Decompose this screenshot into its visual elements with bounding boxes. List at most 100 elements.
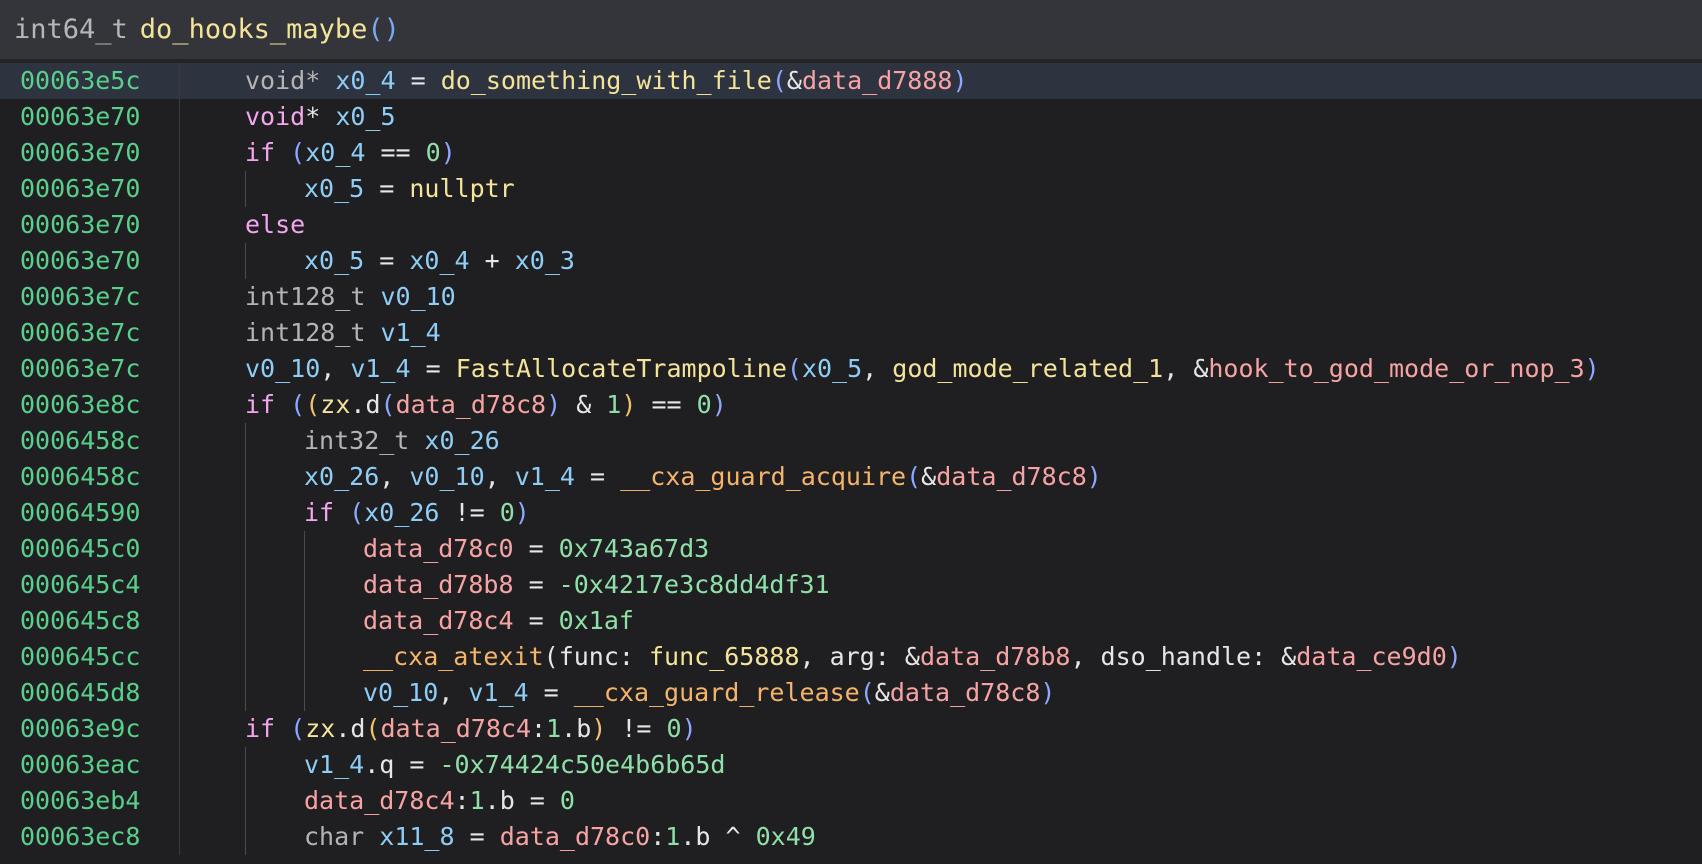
code-line[interactable]: 000645cc __cxa_atexit(func: func_65888, a… <box>0 639 1702 675</box>
code-token[interactable]: x11_8 <box>379 822 454 851</box>
code-token[interactable]: data_d78c0 <box>363 534 514 563</box>
code-token[interactable]: x0_5 <box>304 246 364 275</box>
code-token: ( <box>859 678 875 707</box>
code-token[interactable]: data_d78c0 <box>500 822 651 851</box>
line-address[interactable]: 00063e70 <box>0 171 180 207</box>
code-token[interactable]: data_d78b8 <box>363 570 514 599</box>
code-line[interactable]: 00063ec8 char x11_8 = data_d78c0:1.b ^ 0x… <box>0 819 1702 855</box>
code-token[interactable]: v0_10 <box>409 462 484 491</box>
address-separator <box>179 135 180 171</box>
line-address[interactable]: 00063e70 <box>0 99 180 135</box>
code-token[interactable]: x0_4 <box>305 138 365 167</box>
code-token: ( <box>290 714 306 743</box>
code-token[interactable]: data_d78c8 <box>936 462 1087 491</box>
code-token[interactable]: v1_4 <box>304 750 364 779</box>
code-token[interactable]: god_mode_related_1 <box>892 354 1163 383</box>
line-address[interactable]: 000645c0 <box>0 531 180 567</box>
line-address[interactable]: 00063e70 <box>0 207 180 243</box>
code-line[interactable]: 00063e8c if ((zx.d(data_d78c8) & 1) == 0) <box>0 387 1702 423</box>
code-token[interactable]: x0_26 <box>424 426 499 455</box>
code-line[interactable]: 000645c4 data_d78b8 = -0x4217e3c8dd4df31 <box>0 567 1702 603</box>
code-token[interactable]: v0_10 <box>245 354 320 383</box>
code-line[interactable]: 00063e7c int128_t v1_4 <box>0 315 1702 351</box>
code-token[interactable]: x0_26 <box>364 498 439 527</box>
code-token[interactable]: x0_26 <box>304 462 379 491</box>
code-token[interactable]: do_something_with_file <box>441 66 772 95</box>
code-token[interactable]: hook_to_god_mode_or_nop_3 <box>1208 354 1584 383</box>
code-token: int128_t <box>245 282 381 311</box>
line-address[interactable]: 00063e70 <box>0 135 180 171</box>
code-line[interactable]: 00063e9c if (zx.d(data_d78c4:1.b) != 0) <box>0 711 1702 747</box>
line-address[interactable]: 00063eac <box>0 747 180 783</box>
code-token[interactable]: data_d7888 <box>802 66 953 95</box>
code-token[interactable]: x0_4 <box>335 66 395 95</box>
code-token[interactable]: data_d78c4 <box>304 786 455 815</box>
code-token: if <box>304 498 350 527</box>
line-address[interactable]: 00064590 <box>0 495 180 531</box>
line-address[interactable]: 00063e7c <box>0 315 180 351</box>
code-token[interactable]: zx <box>320 390 350 419</box>
code-line[interactable]: 000645d8 v0_10, v1_4 = __cxa_guard_releas… <box>0 675 1702 711</box>
code-token: = <box>528 678 574 707</box>
code-token[interactable]: v1_4 <box>468 678 528 707</box>
code-token[interactable]: data_d78c8 <box>396 390 547 419</box>
line-address[interactable]: 00063e8c <box>0 387 180 423</box>
line-address[interactable]: 0006458c <box>0 423 180 459</box>
line-address[interactable]: 000645cc <box>0 639 180 675</box>
line-address[interactable]: 0006458c <box>0 459 180 495</box>
code-line[interactable]: 00063e70 void* x0_5 <box>0 99 1702 135</box>
code-line[interactable]: 0006458c int32_t x0_26 <box>0 423 1702 459</box>
code-line[interactable]: 0006458c x0_26, v0_10, v1_4 = __cxa_guard… <box>0 459 1702 495</box>
line-address[interactable]: 00063e7c <box>0 279 180 315</box>
code-token: void <box>245 102 306 131</box>
code-token[interactable]: data_d78c4 <box>381 714 532 743</box>
line-address[interactable]: 000645c4 <box>0 567 180 603</box>
code-line[interactable]: 00063e70 x0_5 = nullptr <box>0 171 1702 207</box>
code-token[interactable]: zx <box>305 714 335 743</box>
code-token[interactable]: data_d78c4 <box>363 606 514 635</box>
code-token[interactable]: data_d78b8 <box>920 642 1071 671</box>
line-address[interactable]: 00063ec8 <box>0 819 180 855</box>
code-token[interactable]: v0_10 <box>380 282 455 311</box>
code-line[interactable]: 00063e70 x0_5 = x0_4 + x0_3 <box>0 243 1702 279</box>
code-token[interactable]: x0_5 <box>335 102 395 131</box>
code-token[interactable]: v0_10 <box>363 678 438 707</box>
code-line[interactable]: 00063e7c v0_10, v1_4 = FastAllocateTrampo… <box>0 351 1702 387</box>
code-token[interactable]: v1_4 <box>380 318 440 347</box>
code-line[interactable]: 000645c0 data_d78c0 = 0x743a67d3 <box>0 531 1702 567</box>
code-line[interactable]: 00063e70 if (x0_4 == 0) <box>0 135 1702 171</box>
code-token: ( <box>380 390 396 419</box>
code-token[interactable]: __cxa_guard_acquire <box>620 462 906 491</box>
code-token[interactable]: data_d78c8 <box>890 678 1041 707</box>
line-address[interactable]: 00063e7c <box>0 351 180 387</box>
code-token[interactable]: x0_5 <box>802 354 862 383</box>
code-token[interactable]: __cxa_guard_release <box>574 678 860 707</box>
code-line[interactable]: 00063e5c void* x0_4 = do_something_with_f… <box>0 63 1702 99</box>
code-token[interactable]: __cxa_atexit <box>363 642 544 671</box>
code-line[interactable]: 00063e70 else <box>0 207 1702 243</box>
line-address[interactable]: 00063e5c <box>0 63 180 99</box>
function-name[interactable]: do_hooks_maybe <box>140 14 368 45</box>
line-address[interactable]: 000645c8 <box>0 603 180 639</box>
code-line[interactable]: 000645c8 data_d78c4 = 0x1af <box>0 603 1702 639</box>
code-token[interactable]: FastAllocateTrampoline <box>456 354 787 383</box>
code-token: 1 <box>469 786 485 815</box>
code-token: 0 <box>696 390 712 419</box>
code-line[interactable]: 00063eb4 data_d78c4:1.b = 0 <box>0 783 1702 819</box>
code-token[interactable]: nullptr <box>409 174 514 203</box>
line-address[interactable]: 00063e9c <box>0 711 180 747</box>
line-address[interactable]: 00063e70 <box>0 243 180 279</box>
line-address[interactable]: 000645d8 <box>0 675 180 711</box>
line-address[interactable]: 00063eb4 <box>0 783 180 819</box>
code-token[interactable]: x0_3 <box>515 246 575 275</box>
code-line[interactable]: 00063eac v1_4.q = -0x74424c50e4b6b65d <box>0 747 1702 783</box>
code-token[interactable]: data_ce9d0 <box>1296 642 1447 671</box>
code-line[interactable]: 00063e7c int128_t v0_10 <box>0 279 1702 315</box>
code-token[interactable]: func_65888 <box>649 642 800 671</box>
code-line[interactable]: 00064590 if (x0_26 != 0) <box>0 495 1702 531</box>
code-token[interactable]: v1_4 <box>515 462 575 491</box>
code-token: void* <box>245 66 336 95</box>
code-token[interactable]: x0_5 <box>304 174 364 203</box>
code-token[interactable]: x0_4 <box>409 246 469 275</box>
code-token[interactable]: v1_4 <box>350 354 410 383</box>
